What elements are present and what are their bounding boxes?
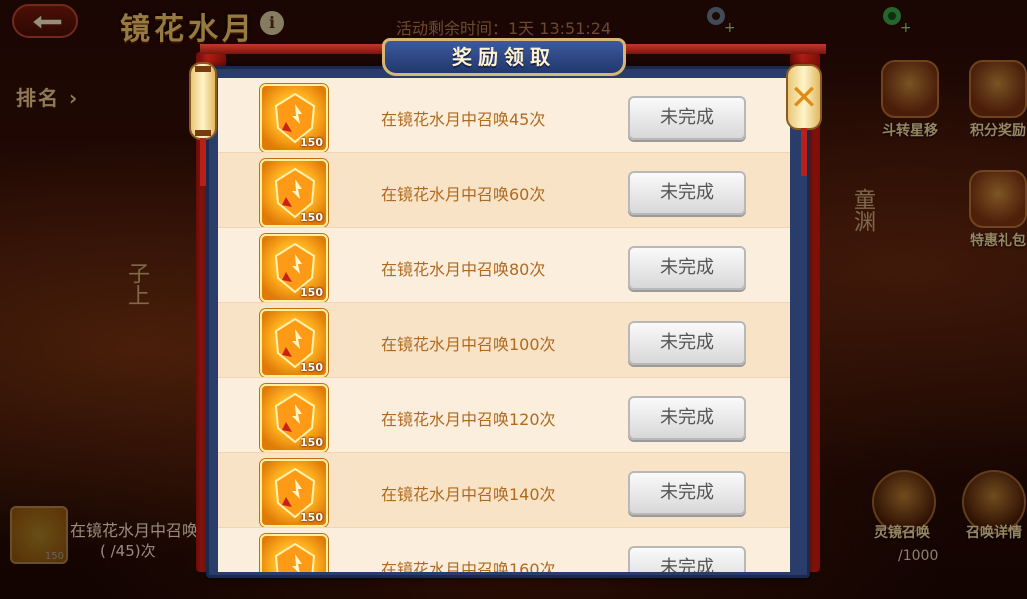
task-list[interactable]: 150 在镜花水月中召唤45次 未完成 150 在镜花水月中召唤60次 未完成 150 在镜花… [218,78,790,572]
task-description: 在镜花水月中召唤60次 [381,185,546,204]
lantern-tassel-right [801,128,807,176]
task-description: 在镜花水月中召唤120次 [381,410,556,429]
task-description: 在镜花水月中召唤160次 [381,560,556,572]
incomplete-button[interactable]: 未完成 [628,171,746,215]
task-row: 150 在镜花水月中召唤120次 未完成 [218,378,790,453]
task-row: 150 在镜花水月中召唤100次 未完成 [218,303,790,378]
fire-gem-icon[interactable]: 150 [260,384,328,452]
reward-quantity: 150 [300,211,323,224]
task-row: 150 在镜花水月中召唤140次 未完成 [218,453,790,528]
fire-gem-icon[interactable]: 150 [260,534,328,572]
header-ribbon-left [200,44,400,54]
fire-gem-icon[interactable]: 150 [260,84,328,152]
modal-title: 奖励领取 [452,45,556,69]
task-row: 150 在镜花水月中召唤80次 未完成 [218,228,790,303]
task-description: 在镜花水月中召唤100次 [381,335,556,354]
incomplete-button[interactable]: 未完成 [628,471,746,515]
modal-header: 奖励领取 [382,38,626,76]
task-row: 150 在镜花水月中召唤160次 未完成 [218,528,790,572]
fire-gem-icon[interactable]: 150 [260,309,328,377]
lantern-tassel-left [200,138,206,186]
task-description: 在镜花水月中召唤80次 [381,260,546,279]
task-row: 150 在镜花水月中召唤60次 未完成 [218,153,790,228]
reward-quantity: 150 [300,511,323,524]
fire-gem-icon[interactable]: 150 [260,459,328,527]
incomplete-button[interactable]: 未完成 [628,246,746,290]
task-row: 150 在镜花水月中召唤45次 未完成 [218,78,790,153]
reward-quantity: 150 [300,136,323,149]
fire-gem-icon[interactable]: 150 [260,234,328,302]
task-description: 在镜花水月中召唤140次 [381,485,556,504]
incomplete-button[interactable]: 未完成 [628,546,746,572]
incomplete-button[interactable]: 未完成 [628,321,746,365]
incomplete-button[interactable]: 未完成 [628,96,746,140]
reward-quantity: 150 [300,286,323,299]
close-icon: ✕ [789,78,819,118]
header-ribbon-right [626,44,826,54]
lantern-left [189,62,217,140]
incomplete-button[interactable]: 未完成 [628,396,746,440]
close-button[interactable]: ✕ [786,64,822,130]
fire-gem-icon[interactable]: 150 [260,159,328,227]
reward-quantity: 150 [300,361,323,374]
task-description: 在镜花水月中召唤45次 [381,110,546,129]
reward-quantity: 150 [300,436,323,449]
gem-shape [274,542,316,572]
